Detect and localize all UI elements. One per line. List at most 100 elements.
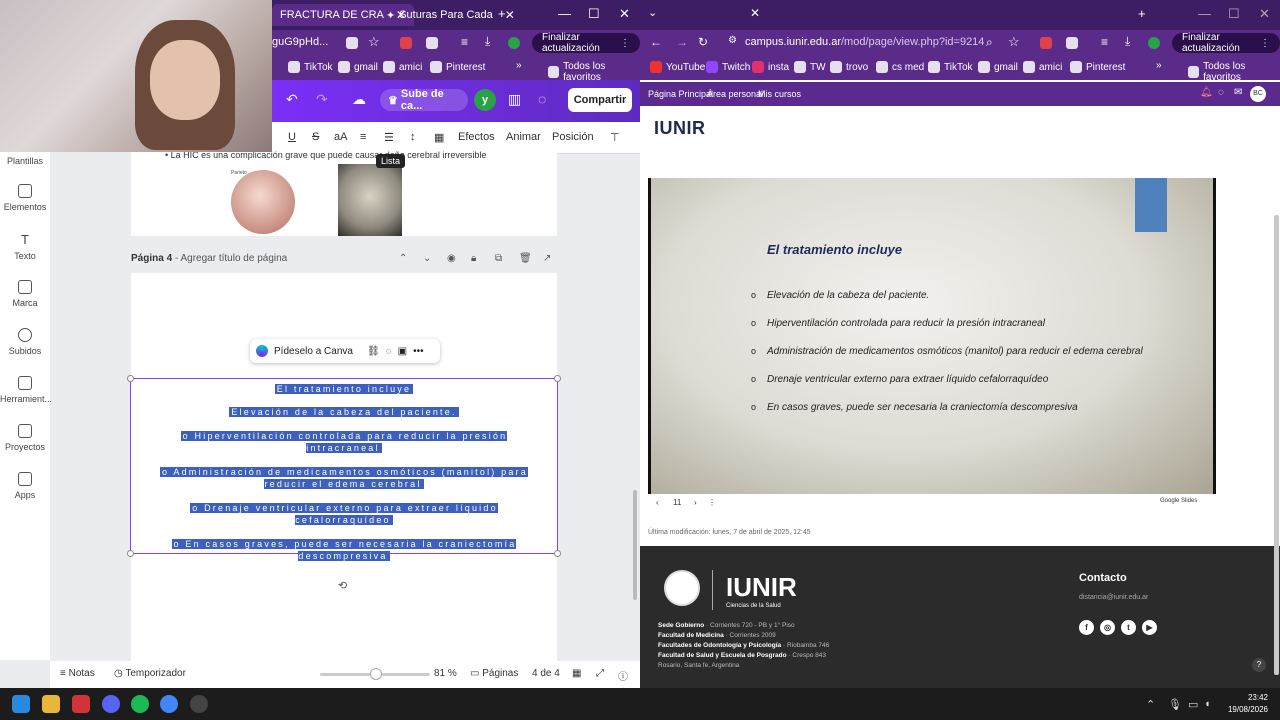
nav-personal-link[interactable]: Área personal [707, 89, 763, 99]
chevron-right-icon[interactable]: » [516, 60, 522, 71]
resize-handle[interactable] [554, 550, 561, 557]
sidebar-item-tools[interactable]: Herramient... [0, 376, 52, 404]
chevron-right-icon[interactable]: » [1156, 60, 1162, 71]
bookmark-insta[interactable]: insta [752, 61, 789, 73]
help-icon[interactable]: ⓘ [618, 668, 628, 683]
user-avatar[interactable]: BC [1250, 86, 1266, 102]
bookmark-trovo[interactable]: trovo [830, 61, 868, 73]
tab-search-icon[interactable]: ≡ [1101, 35, 1108, 49]
sidebar-item-apps[interactable]: Apps [0, 472, 50, 500]
resize-handle[interactable] [554, 375, 561, 382]
rotate-icon[interactable]: ⟲ [338, 579, 347, 592]
next-slide-icon[interactable]: › [694, 498, 697, 507]
skull-illustration[interactable] [231, 170, 295, 234]
spotify-icon[interactable] [131, 695, 149, 713]
close-window-icon[interactable]: ✕ [619, 6, 630, 22]
paint-format-icon[interactable]: ⊤ [610, 131, 620, 144]
share-button[interactable]: Compartir [568, 88, 632, 112]
tab-list-icon[interactable]: ⌄ [648, 6, 657, 19]
system-clock[interactable]: 23:42 19/08/2026 [1222, 692, 1268, 716]
more-icon[interactable]: ⋮ [708, 498, 716, 507]
reload-icon[interactable]: ↻ [698, 35, 708, 49]
bookmark-all-favorites[interactable]: Todos los favoritos [1188, 61, 1280, 83]
ask-canva-button[interactable]: Pídeselo a Canva [274, 346, 353, 357]
volume-icon[interactable]: ◖ [1204, 698, 1211, 710]
sidebar-item-elements[interactable]: Elementos [0, 184, 50, 212]
obs-icon[interactable] [190, 695, 208, 713]
chevron-down-icon[interactable]: ⌄ [423, 253, 431, 264]
network-icon[interactable]: ▭ [1188, 698, 1198, 711]
fullscreen-icon[interactable]: ⤢ [596, 668, 604, 679]
spacing-icon[interactable]: ↕ [410, 131, 416, 143]
puzzle-icon[interactable] [426, 37, 438, 49]
slide-viewer[interactable]: El tratamiento incluye Elevación de la c… [648, 178, 1216, 494]
case-icon[interactable]: aA [334, 131, 347, 143]
bookmark-youtube[interactable]: YouTube [650, 61, 705, 73]
minimize-icon[interactable]: — [1198, 6, 1211, 21]
timer-button[interactable]: ◷ Temporizador [114, 668, 186, 679]
canvas-page-3[interactable]: • La HIC es una complicación grave que p… [131, 150, 557, 236]
chart-icon[interactable]: ▥ [508, 91, 521, 108]
maximize-icon[interactable]: ☐ [588, 6, 600, 22]
link-icon[interactable]: ⛓ [367, 346, 380, 357]
sidebar-item-uploads[interactable]: Subidos [0, 328, 50, 356]
windows-start-icon[interactable] [12, 695, 30, 713]
selected-text-box[interactable]: El tratamiento incluye Elevación de la c… [127, 375, 561, 561]
minimize-icon[interactable]: — [558, 6, 571, 21]
close-icon[interactable]: ✕ [505, 8, 515, 22]
nav-courses-link[interactable]: Mis cursos [758, 89, 801, 99]
comment-icon[interactable]: ◌ [538, 91, 546, 107]
skull-xray-image[interactable] [338, 164, 402, 236]
bookmark-tw[interactable]: TW [794, 61, 826, 73]
finalize-update-button[interactable]: Finalizar actualización ⋮ [532, 32, 640, 54]
list-icon[interactable]: ☰ [384, 131, 394, 144]
resize-handle[interactable] [127, 550, 134, 557]
translate-icon[interactable] [346, 37, 358, 49]
zoom-slider-knob[interactable] [370, 668, 382, 680]
underline-icon[interactable]: U [288, 131, 296, 143]
comment-plus-icon[interactable]: ◌ [386, 346, 392, 357]
extension-icon[interactable] [1040, 37, 1052, 49]
youtube-icon[interactable]: ▶ [1142, 620, 1157, 635]
extension-icon[interactable] [400, 37, 412, 49]
chevron-up-icon[interactable]: ⌃ [1146, 698, 1155, 711]
profile-icon[interactable] [508, 37, 520, 49]
bookmark-gmail[interactable]: gmail [338, 61, 378, 73]
mic-icon[interactable]: 🎙︎ [1168, 698, 1182, 711]
twitter-icon[interactable]: t [1121, 620, 1136, 635]
page-scrollbar[interactable] [1274, 215, 1279, 675]
address-bar[interactable]: ← → ↻ ⚙ campus.iunir.edu.ar/mod/page/vie… [640, 30, 1280, 56]
finalize-update-button[interactable]: Finalizar actualización ⋮ [1172, 32, 1280, 54]
google-slides-link[interactable]: Google Slides [1160, 498, 1197, 504]
zoom-icon[interactable]: ⌕ [986, 35, 993, 50]
avatar[interactable]: y [474, 89, 496, 111]
resize-handle[interactable] [127, 375, 134, 382]
sidebar-item-text[interactable]: T Texto [0, 232, 50, 261]
chrome-icon[interactable] [160, 695, 178, 713]
bookmark-amici[interactable]: amici [383, 61, 422, 73]
instagram-icon[interactable]: ◎ [1100, 620, 1115, 635]
bookmark-pinterest[interactable]: Pinterest [430, 61, 485, 73]
puzzle-icon[interactable] [1066, 37, 1078, 49]
strikethrough-icon[interactable]: S [312, 131, 319, 143]
animate-button[interactable]: Animar [506, 131, 541, 143]
notes-button[interactable]: ≡ Notas [60, 668, 95, 679]
bookmark-twitch[interactable]: Twitch [706, 61, 750, 73]
eye-icon[interactable]: ◉ [447, 253, 456, 264]
pages-button[interactable]: ▭ Páginas [470, 668, 518, 679]
zoom-level[interactable]: 81 % [434, 668, 457, 679]
new-tab-icon[interactable]: + [498, 6, 506, 21]
align-icon[interactable]: ≡ [360, 131, 366, 143]
help-icon[interactable]: ? [1252, 658, 1266, 672]
more-icon[interactable]: ••• [413, 346, 424, 357]
facebook-icon[interactable]: f [1079, 620, 1094, 635]
canvas-scrollbar[interactable] [633, 490, 637, 600]
maximize-icon[interactable]: ☐ [1228, 6, 1240, 22]
page-title-input[interactable]: Agregar título de página [180, 253, 287, 264]
file-explorer-icon[interactable] [42, 695, 60, 713]
discord-icon[interactable] [102, 695, 120, 713]
zoom-slider[interactable] [320, 668, 430, 680]
back-icon[interactable]: ← [650, 35, 662, 49]
mail-icon[interactable]: ✉ [1234, 87, 1242, 98]
new-tab-icon[interactable]: + [1138, 6, 1146, 21]
